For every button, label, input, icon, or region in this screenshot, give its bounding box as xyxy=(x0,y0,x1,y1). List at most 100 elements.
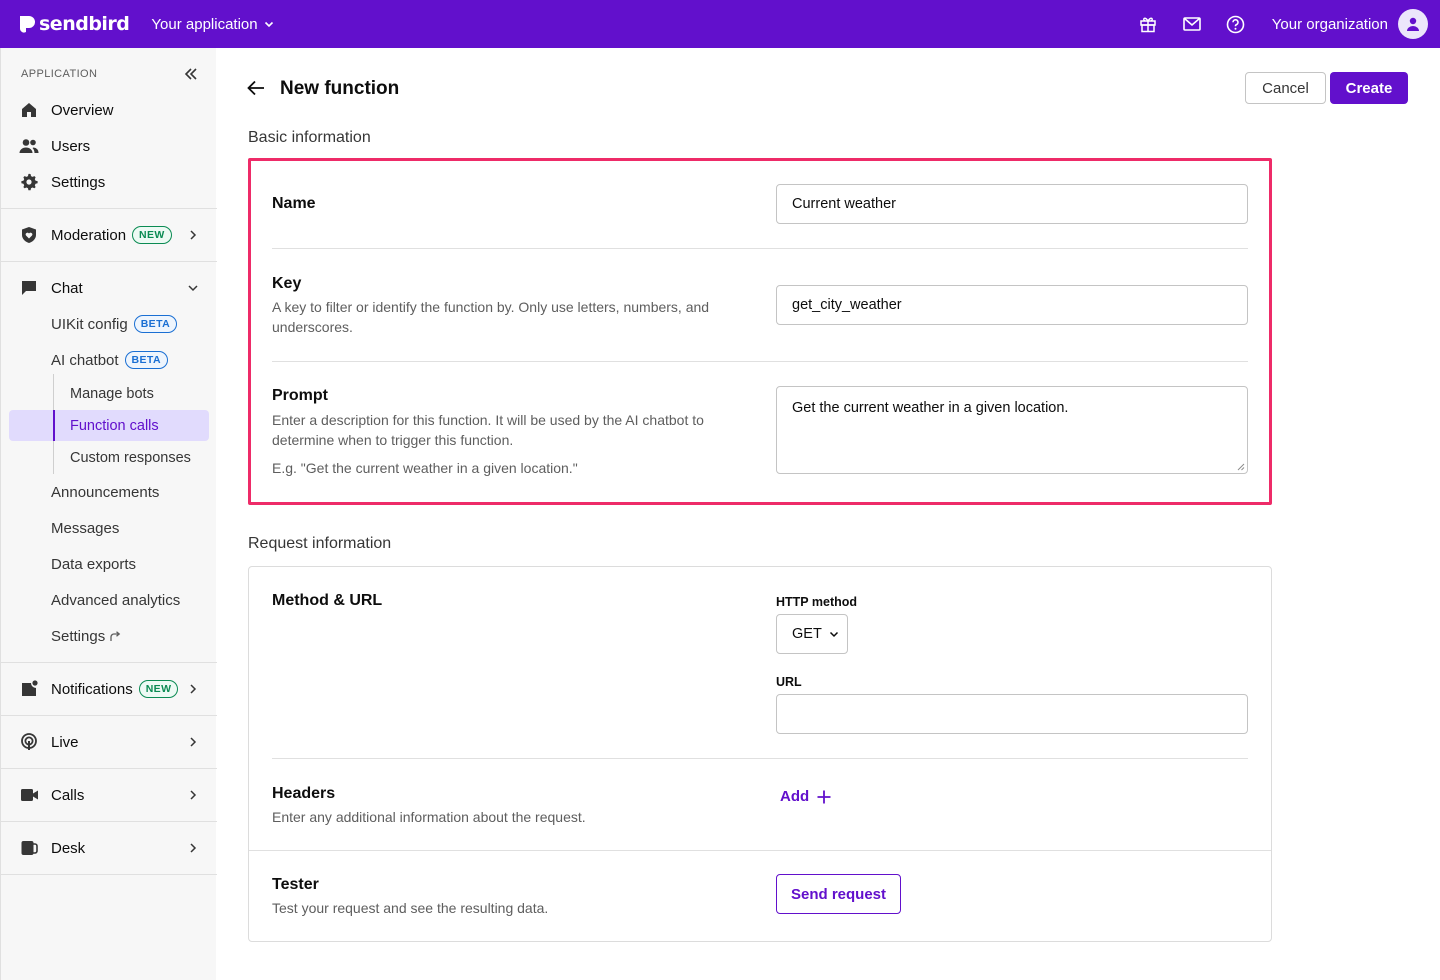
sidebar-item-overview[interactable]: Overview xyxy=(19,98,114,122)
sidebar-section-label: APPLICATION xyxy=(21,68,98,80)
beta-badge: BETA xyxy=(124,351,168,369)
sidebar-item-announcements[interactable]: Announcements xyxy=(51,481,159,503)
sendbird-logo-icon xyxy=(19,16,35,33)
row-divider xyxy=(272,758,1248,759)
http-method-select[interactable]: GET xyxy=(776,614,848,654)
sidebar-divider xyxy=(1,715,217,716)
add-header-label: Add xyxy=(780,788,810,805)
url-label: URL xyxy=(776,675,802,689)
sidebar-item-data-exports[interactable]: Data exports xyxy=(51,553,136,575)
mail-icon[interactable] xyxy=(1182,14,1202,34)
http-method-label: HTTP method xyxy=(776,595,858,609)
active-item-indicator xyxy=(53,410,55,441)
sidebar-item-label: Overview xyxy=(51,101,114,119)
sidebar: APPLICATION Overview Users Settings Mode… xyxy=(0,48,217,980)
sidebar-divider xyxy=(1,874,217,875)
sidebar-item-label: AI chatbot xyxy=(51,351,119,369)
headers-label: Headers xyxy=(272,785,336,802)
prompt-textarea[interactable]: Get the current weather in a given locat… xyxy=(776,386,1248,474)
gift-icon[interactable] xyxy=(1138,14,1158,34)
cancel-button[interactable]: Cancel xyxy=(1245,72,1326,104)
send-request-button[interactable]: Send request xyxy=(776,874,901,914)
sidebar-item-notifications[interactable]: Notifications NEW xyxy=(19,677,179,701)
sidebar-item-label: Live xyxy=(51,733,79,751)
new-badge: NEW xyxy=(132,226,172,244)
sidebar-divider xyxy=(1,821,217,822)
sidebar-item-calls[interactable]: Calls xyxy=(19,783,84,807)
sidebar-item-custom-responses[interactable]: Custom responses xyxy=(70,447,191,469)
sendbird-logo[interactable]: sendbird xyxy=(18,13,130,35)
help-icon[interactable] xyxy=(1226,14,1246,34)
sidebar-item-desk[interactable]: Desk xyxy=(19,836,85,860)
sidebar-item-label: Manage bots xyxy=(70,386,154,402)
sidebar-item-chat-settings[interactable]: Settings xyxy=(51,625,121,647)
application-switcher[interactable]: Your application xyxy=(151,16,273,33)
gear-icon xyxy=(19,172,39,192)
chat-bubble-icon xyxy=(19,278,39,298)
sidebar-divider xyxy=(1,208,217,209)
sidebar-item-messages[interactable]: Messages xyxy=(51,517,119,539)
sidebar-item-manage-bots[interactable]: Manage bots xyxy=(70,383,154,405)
sidebar-item-settings[interactable]: Settings xyxy=(19,170,105,194)
name-label: Name xyxy=(272,195,316,212)
user-avatar-icon[interactable] xyxy=(1398,9,1428,39)
sidebar-item-moderation[interactable]: Moderation NEW xyxy=(19,223,172,247)
chevron-right-icon[interactable] xyxy=(187,229,199,241)
tester-label: Tester xyxy=(272,876,319,893)
back-arrow-icon[interactable] xyxy=(246,79,266,97)
url-input[interactable] xyxy=(776,694,1248,734)
request-information-card xyxy=(248,566,1272,942)
method-url-label: Method & URL xyxy=(272,592,383,609)
headers-description: Enter any additional information about t… xyxy=(272,809,586,825)
organization-name[interactable]: Your organization xyxy=(1272,16,1388,33)
chevron-right-icon[interactable] xyxy=(187,736,199,748)
sidebar-item-label: Users xyxy=(51,137,91,155)
plus-icon xyxy=(817,790,831,803)
chevron-right-icon[interactable] xyxy=(187,683,199,695)
key-label: Key xyxy=(272,275,302,292)
sidebar-item-label: Calls xyxy=(51,786,85,804)
sidebar-item-users[interactable]: Users xyxy=(19,134,90,158)
new-badge: NEW xyxy=(138,680,179,698)
chevron-right-icon[interactable] xyxy=(187,789,199,801)
row-divider xyxy=(272,248,1248,249)
row-divider xyxy=(272,361,1248,362)
tester-description: Test your request and see the resulting … xyxy=(272,900,549,916)
sidebar-item-label: Notifications xyxy=(51,680,133,698)
sidebar-item-advanced-analytics[interactable]: Advanced analytics xyxy=(51,589,180,611)
resize-handle-icon[interactable] xyxy=(1236,462,1245,471)
name-input[interactable] xyxy=(776,184,1248,224)
collapse-sidebar-icon[interactable] xyxy=(183,66,199,82)
page-title: New function xyxy=(280,78,400,99)
sidebar-divider xyxy=(1,768,217,769)
create-button[interactable]: Create xyxy=(1330,72,1408,104)
external-redirect-icon xyxy=(110,630,121,641)
request-information-heading: Request information xyxy=(248,535,392,552)
sidebar-item-label: Moderation xyxy=(51,226,127,244)
chevron-down-icon[interactable] xyxy=(187,282,199,294)
prompt-description: Enter a description for this function. I… xyxy=(272,412,704,448)
sidebar-item-label: Advanced analytics xyxy=(51,591,181,609)
sidebar-item-label: Messages xyxy=(51,519,120,537)
sidebar-item-label: Data exports xyxy=(51,555,137,573)
key-input[interactable] xyxy=(776,285,1248,325)
users-icon xyxy=(19,136,39,156)
sidebar-divider xyxy=(1,261,217,262)
key-description: A key to filter or identify the function… xyxy=(272,299,710,335)
sidebar-item-function-calls[interactable]: Function calls xyxy=(70,415,159,437)
sidebar-item-live[interactable]: Live xyxy=(19,730,79,754)
sidebar-item-uikit-config[interactable]: UIKit config BETA xyxy=(51,313,178,335)
brand-name: sendbird xyxy=(39,13,130,35)
shield-heart-icon xyxy=(19,225,39,245)
prompt-example: E.g. "Get the current weather in a given… xyxy=(272,460,578,476)
basic-information-heading: Basic information xyxy=(248,129,371,146)
sidebar-item-label: Chat xyxy=(51,279,83,297)
chevron-right-icon[interactable] xyxy=(187,842,199,854)
sidebar-item-chat[interactable]: Chat xyxy=(19,276,83,300)
add-header-button[interactable]: Add xyxy=(780,788,831,805)
sidebar-item-label: Settings xyxy=(51,627,106,645)
sidebar-item-ai-chatbot[interactable]: AI chatbot BETA xyxy=(51,349,168,371)
sidebar-item-label: Function calls xyxy=(70,418,159,434)
sidebar-item-label: UIKit config xyxy=(51,315,128,333)
sidebar-item-label: Settings xyxy=(51,173,106,191)
